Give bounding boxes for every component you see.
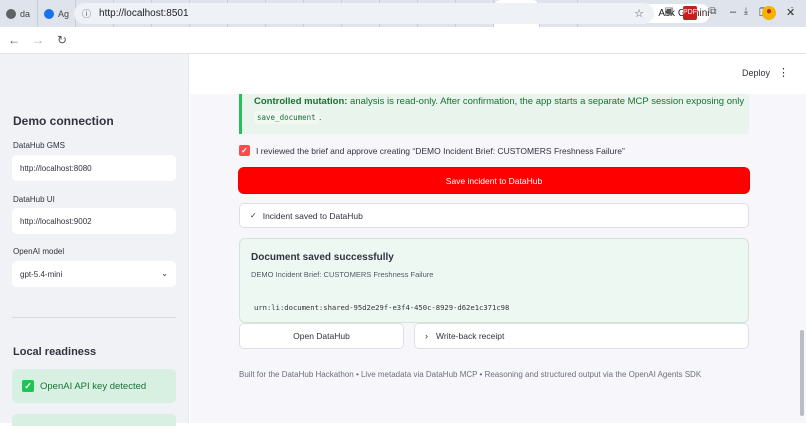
address-bar[interactable]: ⓘ http://localhost:8501 ☆ <box>74 3 654 24</box>
back-icon[interactable]: ← <box>2 33 26 47</box>
model-value[interactable]: gpt-5.4-mini <box>20 270 62 279</box>
sidebar-divider <box>12 317 176 318</box>
mutation-info-callout: Controlled mutation: analysis is read-on… <box>239 94 749 134</box>
page-scrollbar[interactable] <box>800 330 804 416</box>
main-content: Deploy ⋮ Controlled mutation: analysis i… <box>190 54 806 423</box>
chevron-down-icon[interactable]: ⌄ <box>161 269 168 278</box>
deploy-button[interactable]: Deploy <box>742 68 770 78</box>
readiness-item: ✓ OpenAI API key detected <box>12 369 176 403</box>
browser-tab[interactable]: Ag <box>38 0 76 27</box>
model-label: OpenAI model <box>13 247 65 256</box>
approve-checkbox-label[interactable]: I reviewed the brief and approve creatin… <box>256 146 625 156</box>
document-saved-title: Document saved successfully <box>251 252 394 263</box>
save-incident-button[interactable]: Save incident to DataHub <box>239 168 749 193</box>
write-back-receipt-label[interactable]: Write-back receipt <box>436 331 504 341</box>
document-urn: urn:li:document:shared-95d2e29f-e3f4-450… <box>254 303 510 312</box>
gms-input[interactable]: http://localhost:8080 <box>12 155 176 181</box>
local-readiness-heading: Local readiness <box>13 346 97 358</box>
readiness-item-label: OpenAI API key detected <box>40 380 147 392</box>
write-back-receipt-expander[interactable]: › Write-back receipt <box>414 323 749 349</box>
main-menu-icon[interactable]: ⋮ <box>778 66 789 79</box>
sidebar: Demo connection DataHub GMS http://local… <box>0 54 189 426</box>
tab-favicon-icon <box>6 8 16 19</box>
tab-label[interactable]: Ag <box>58 9 69 19</box>
document-saved-card: Document saved successfully DEMO Inciden… <box>239 238 749 323</box>
app-header: Deploy ⋮ <box>190 54 806 94</box>
browser-toolbar: ← → ↻ <box>0 27 806 54</box>
browser-tab[interactable]: da <box>0 0 38 27</box>
mutation-code: save_document <box>254 111 319 124</box>
chevron-right-icon[interactable]: › <box>425 331 428 341</box>
reload-icon[interactable]: ↻ <box>50 33 74 47</box>
url-text[interactable]: http://localhost:8501 <box>99 8 189 19</box>
profile-avatar[interactable]: ● <box>762 6 776 20</box>
open-datahub-button[interactable]: Open DataHub <box>239 323 404 349</box>
approve-checkbox-row[interactable]: ✓ I reviewed the brief and approve creat… <box>239 145 625 156</box>
check-icon: ✓ <box>22 380 34 392</box>
download-icon[interactable]: ⤓ <box>739 6 753 20</box>
gms-label: DataHub GMS <box>13 141 66 150</box>
incident-saved-label[interactable]: Incident saved to DataHub <box>263 211 363 221</box>
mutation-end: . <box>319 112 322 122</box>
footer-text: Built for the DataHub Hackathon • Live m… <box>239 370 702 379</box>
demo-connection-heading: Demo connection <box>13 114 114 128</box>
incident-saved-status[interactable]: ✓ Incident saved to DataHub <box>239 203 749 228</box>
pdf-extension-icon[interactable]: PDF <box>683 6 697 20</box>
readiness-item-partial <box>12 414 176 426</box>
forward-icon[interactable]: → <box>26 33 50 47</box>
ui-label: DataHub UI <box>13 195 55 204</box>
tab-label[interactable]: da <box>20 9 30 19</box>
tab-favicon-icon <box>44 8 54 19</box>
bookmark-star-icon[interactable]: ☆ <box>634 7 644 20</box>
minimize-button[interactable]: – <box>730 6 736 18</box>
mutation-text: Controlled mutation: analysis is read-on… <box>254 96 744 107</box>
mutation-body: analysis is read-only. After confirmatio… <box>350 96 745 107</box>
gms-value[interactable]: http://localhost:8080 <box>20 164 92 173</box>
ui-value[interactable]: http://localhost:9002 <box>20 217 92 226</box>
mutation-title: Controlled mutation: <box>254 96 348 107</box>
document-saved-subtitle: DEMO Incident Brief: CUSTOMERS Freshness… <box>251 270 434 279</box>
cast-icon[interactable]: ▣ <box>662 6 676 20</box>
check-icon: ✓ <box>250 211 257 220</box>
model-select[interactable]: gpt-5.4-mini ⌄ <box>12 261 176 287</box>
approve-checkbox[interactable]: ✓ <box>239 145 250 156</box>
site-info-icon[interactable]: ⓘ <box>82 7 91 20</box>
extensions-icon[interactable]: ⧉ <box>706 6 720 20</box>
ui-input[interactable]: http://localhost:9002 <box>12 208 176 234</box>
chrome-menu-icon[interactable]: ⋮ <box>785 6 799 20</box>
